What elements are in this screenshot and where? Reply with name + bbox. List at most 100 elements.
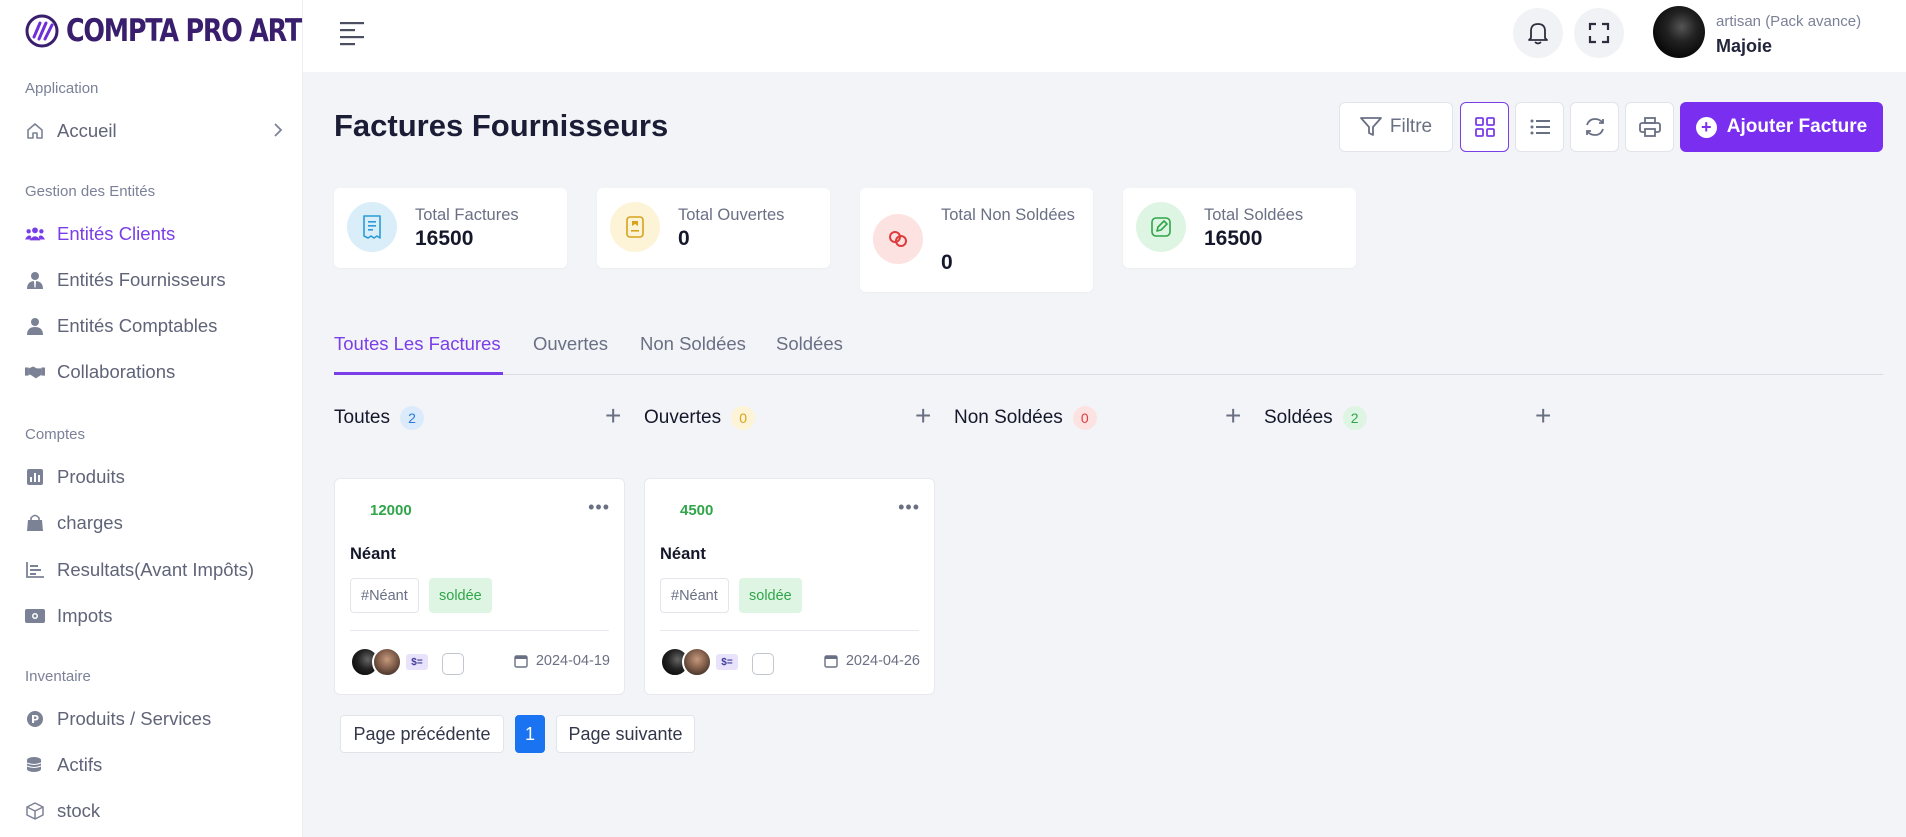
sidebar-item-resultats[interactable]: Resultats(Avant Impôts) bbox=[25, 555, 285, 585]
sidebar-item-label: Collaborations bbox=[57, 361, 176, 382]
previous-page-button[interactable]: Page précédente bbox=[340, 715, 504, 753]
sidebar-item-collaborations[interactable]: Collaborations bbox=[25, 357, 285, 387]
assignee-avatars: $= bbox=[350, 647, 428, 677]
count-badge: 2 bbox=[1342, 406, 1367, 430]
add-invoice-label: Ajouter Facture bbox=[1726, 116, 1868, 137]
sidebar-item-label: Impots bbox=[57, 605, 113, 626]
money-card-icon: $= bbox=[716, 654, 738, 670]
list-view-button[interactable] bbox=[1515, 102, 1564, 152]
more-options-icon[interactable]: ••• bbox=[588, 497, 610, 518]
column-header-toutes: Toutes 2 bbox=[334, 405, 424, 431]
add-invoice-button[interactable]: + Ajouter Facture bbox=[1680, 102, 1883, 152]
print-icon bbox=[1638, 117, 1661, 137]
tab-toutes-les-factures[interactable]: Toutes Les Factures bbox=[334, 333, 501, 355]
receipt-icon bbox=[347, 202, 397, 252]
print-button[interactable] bbox=[1625, 102, 1674, 152]
user-avatar[interactable] bbox=[1653, 6, 1705, 58]
coins-icon bbox=[25, 755, 45, 775]
add-to-non-soldees-button[interactable]: + bbox=[1225, 402, 1241, 430]
sidebar-item-stock[interactable]: stock bbox=[25, 796, 285, 826]
document-icon bbox=[610, 202, 660, 252]
add-to-soldees-button[interactable]: + bbox=[1535, 402, 1551, 430]
card-divider bbox=[350, 630, 609, 631]
tab-non-soldees[interactable]: Non Soldées bbox=[640, 333, 746, 355]
sidebar-item-label: Resultats(Avant Impôts) bbox=[57, 559, 255, 580]
stat-label: Total Factures bbox=[415, 206, 519, 224]
next-page-button[interactable]: Page suivante bbox=[556, 715, 695, 753]
sidebar-item-label: Entités Comptables bbox=[57, 315, 218, 336]
link-broken-icon bbox=[873, 214, 923, 264]
refresh-button[interactable] bbox=[1570, 102, 1619, 152]
add-to-ouvertes-button[interactable]: + bbox=[915, 402, 931, 430]
sidebar-item-label: Entités Fournisseurs bbox=[57, 269, 226, 290]
home-icon bbox=[25, 121, 45, 141]
page-title: Factures Fournisseurs bbox=[334, 108, 669, 143]
status-badge: soldée bbox=[739, 578, 802, 613]
refresh-icon bbox=[1585, 118, 1604, 136]
avatar[interactable] bbox=[372, 647, 402, 677]
p-circle-icon: P bbox=[25, 709, 45, 729]
sidebar-item-label: stock bbox=[57, 800, 101, 821]
sidebar-item-label: charges bbox=[57, 512, 123, 533]
sidebar-item-produits-services[interactable]: P Produits / Services bbox=[25, 704, 285, 734]
user-name[interactable]: Majoie bbox=[1716, 36, 1772, 57]
sidebar-item-charges[interactable]: charges bbox=[25, 508, 285, 538]
add-to-toutes-button[interactable]: + bbox=[605, 402, 621, 430]
menu-toggle-icon[interactable] bbox=[339, 20, 365, 46]
date-text: 2024-04-26 bbox=[845, 653, 920, 669]
stat-value: 16500 bbox=[415, 227, 474, 250]
sidebar-item-entites-comptables[interactable]: Entités Comptables bbox=[25, 311, 285, 341]
invoice-amount: 12000 bbox=[370, 502, 412, 519]
column-header-ouvertes: Ouvertes 0 bbox=[644, 405, 756, 431]
logo-mark-icon bbox=[25, 14, 59, 48]
topbar: artisan (Pack avance) Majoie bbox=[303, 0, 1906, 72]
column-header-non-soldees: Non Soldées 0 bbox=[954, 405, 1097, 431]
invoice-card[interactable]: 4500 ••• Néant #Néant soldée $= 2024-04-… bbox=[644, 478, 935, 695]
fullscreen-button[interactable] bbox=[1574, 8, 1624, 58]
chevron-right-icon bbox=[271, 121, 285, 144]
select-checkbox[interactable] bbox=[752, 653, 774, 675]
section-title-inventaire: Inventaire bbox=[25, 668, 91, 685]
stat-value: 0 bbox=[941, 251, 953, 274]
tab-ouvertes[interactable]: Ouvertes bbox=[533, 333, 608, 355]
date-text: 2024-04-19 bbox=[535, 653, 610, 669]
chart-lines-icon bbox=[25, 560, 45, 580]
fullscreen-icon bbox=[1588, 22, 1610, 44]
current-page-button[interactable]: 1 bbox=[515, 715, 545, 753]
sidebar-item-entites-clients[interactable]: Entités Clients bbox=[25, 219, 285, 249]
section-title-comptes: Comptes bbox=[25, 426, 86, 443]
stat-label: Total Soldées bbox=[1204, 206, 1304, 224]
section-title-entites: Gestion des Entités bbox=[25, 183, 156, 200]
stat-label: Total Ouvertes bbox=[678, 206, 785, 224]
avatar[interactable] bbox=[682, 647, 712, 677]
select-checkbox[interactable] bbox=[442, 653, 464, 675]
column-header-soldees: Soldées 2 bbox=[1264, 405, 1367, 431]
sidebar-item-accueil[interactable]: Accueil bbox=[25, 116, 285, 146]
stat-label: Total Non Soldées bbox=[941, 206, 1075, 224]
filter-button[interactable]: Filtre bbox=[1339, 102, 1453, 152]
status-badge: soldée bbox=[429, 578, 492, 613]
bell-icon bbox=[1528, 23, 1548, 45]
grid-icon bbox=[1474, 117, 1495, 137]
stat-value: 0 bbox=[678, 227, 690, 250]
sidebar-item-impots[interactable]: Impots bbox=[25, 601, 285, 631]
tab-soldees[interactable]: Soldées bbox=[776, 333, 843, 355]
stat-value: 16500 bbox=[1204, 227, 1263, 250]
notifications-button[interactable] bbox=[1513, 8, 1563, 58]
handshake-icon bbox=[25, 362, 45, 382]
filter-icon bbox=[1359, 117, 1382, 136]
user-icon bbox=[25, 316, 45, 336]
invoice-card[interactable]: 12000 ••• Néant #Néant soldée $= 2024-04… bbox=[334, 478, 625, 695]
invoice-date: 2024-04-19 bbox=[514, 653, 610, 669]
sidebar-item-label: Produits / Services bbox=[57, 708, 212, 729]
svg-text:P: P bbox=[31, 713, 39, 726]
card-divider bbox=[660, 630, 919, 631]
more-options-icon[interactable]: ••• bbox=[898, 497, 920, 518]
user-role: artisan (Pack avance) bbox=[1716, 13, 1862, 30]
shopping-bag-icon bbox=[25, 513, 45, 533]
sidebar-item-produits[interactable]: Produits bbox=[25, 462, 285, 492]
sidebar-item-actifs[interactable]: Actifs bbox=[25, 750, 285, 780]
invoice-amount: 4500 bbox=[680, 502, 714, 519]
grid-view-button[interactable] bbox=[1460, 102, 1509, 152]
sidebar-item-entites-fournisseurs[interactable]: Entités Fournisseurs bbox=[25, 265, 285, 295]
